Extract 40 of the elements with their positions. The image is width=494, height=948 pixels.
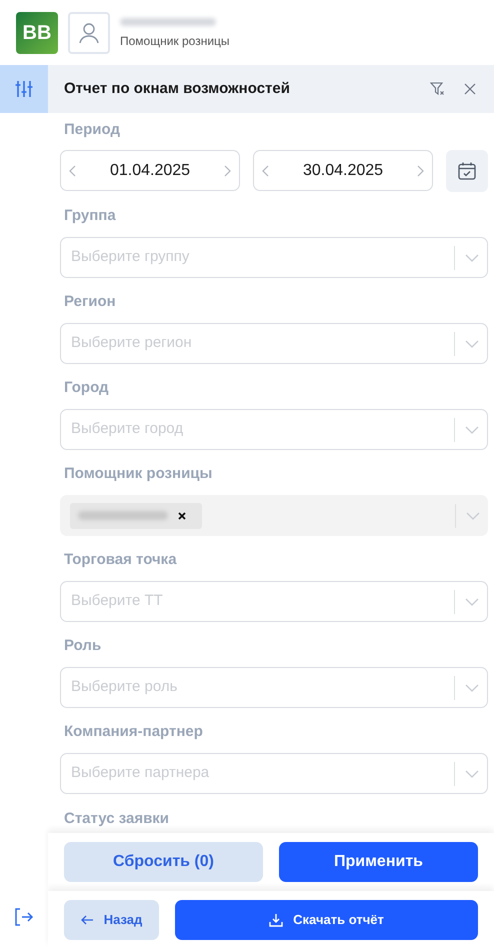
field-label: Статус заявки <box>63 809 170 829</box>
chevron-down-icon <box>465 598 479 606</box>
field-label: Регион <box>63 292 117 312</box>
field-label: Торговая точка <box>63 550 178 570</box>
date-field[interactable]: 30.04.2025 <box>253 150 433 191</box>
reset-button[interactable]: Сбросить (0) <box>64 842 263 882</box>
chevron-left-icon <box>262 164 269 176</box>
chevron-down-icon <box>465 770 479 778</box>
panel-title: Отчет по окнам возможностей <box>64 78 291 99</box>
field-label: Компания-партнер <box>63 722 204 742</box>
apply-button[interactable]: Применить <box>279 842 478 882</box>
field-label: Период <box>63 120 121 140</box>
logo: BB <box>16 12 58 54</box>
download-icon <box>269 912 284 926</box>
calendar-button[interactable] <box>446 150 488 192</box>
chevron-down-icon <box>465 254 479 262</box>
filter-clear-icon <box>430 82 446 96</box>
field-label: Группа <box>63 206 117 226</box>
chevron-right-icon <box>224 164 231 176</box>
download-button[interactable]: Скачать отчёт <box>175 900 478 940</box>
chevron-right-icon <box>416 164 424 176</box>
filters-button[interactable] <box>0 65 48 113</box>
chevron-down-icon <box>465 426 479 434</box>
user-icon <box>78 22 100 44</box>
chevron-down-icon <box>465 340 479 348</box>
calendar-icon <box>457 161 477 181</box>
avatar[interactable] <box>68 12 110 54</box>
close-icon <box>464 83 476 95</box>
chevron-left-icon <box>69 164 76 176</box>
arrow-left-icon <box>80 914 94 924</box>
field-label: Помощник розницы <box>63 464 214 484</box>
chevron-down-icon <box>466 512 480 520</box>
date-field[interactable]: 01.04.2025 <box>60 150 240 191</box>
logout-icon <box>14 907 34 927</box>
chevron-down-icon <box>465 684 479 692</box>
field-label: Город <box>63 378 110 398</box>
sliders-icon <box>14 79 34 99</box>
field-label: Роль <box>63 636 102 656</box>
user-role: Помощник розницы <box>120 32 230 50</box>
back-button[interactable]: Назад <box>64 900 159 940</box>
